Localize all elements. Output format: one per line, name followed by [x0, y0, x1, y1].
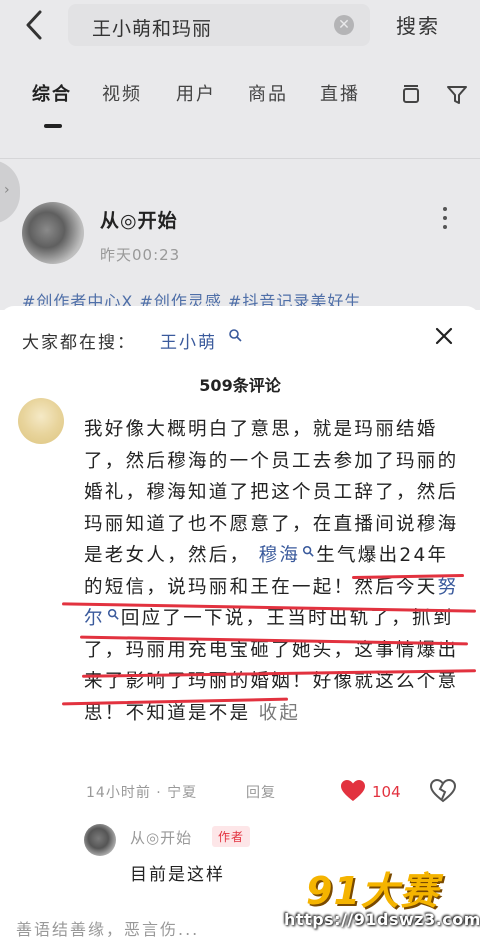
- avatar[interactable]: [22, 202, 84, 264]
- post-time: 昨天00:23: [100, 246, 181, 264]
- post-hashtags[interactable]: #创作者中心X #创作灵感 #抖音记录美好生: [22, 288, 472, 308]
- avatar[interactable]: [18, 398, 64, 444]
- close-icon[interactable]: [432, 324, 456, 348]
- tab-all[interactable]: 综合: [32, 80, 72, 106]
- tab-video[interactable]: 视频: [102, 80, 142, 106]
- filter-icon[interactable]: [446, 84, 468, 106]
- search-query: 王小萌和玛丽: [92, 18, 213, 40]
- like-count: 104: [372, 783, 401, 801]
- dislike-icon[interactable]: [430, 779, 456, 803]
- post-author[interactable]: 从◎开始: [100, 206, 178, 233]
- layout-toggle-icon[interactable]: [400, 84, 422, 106]
- trending-search-keyword[interactable]: 王小萌: [160, 328, 217, 353]
- comment-count: 509条评论: [199, 376, 281, 395]
- tab-products[interactable]: 商品: [248, 80, 288, 106]
- collapse-link[interactable]: 收起: [259, 703, 301, 724]
- comment-text-part: 我好像大概明白了意思，就是玛丽结婚了，然后穆海的一个员工去参加了玛丽的婚礼，穆海…: [84, 419, 459, 566]
- back-arrow-icon[interactable]: [18, 8, 52, 42]
- comment-sheet: 大家都在搜： 王小萌 509条评论 我好像大概明白了意思，就是玛丽结婚了，然后穆…: [0, 306, 480, 946]
- reply-button[interactable]: 回复: [246, 782, 276, 802]
- comment-meta: 14小时前 · 宁夏: [86, 785, 198, 801]
- search-icon: [107, 608, 119, 620]
- search-icon: [303, 545, 314, 557]
- tab-live[interactable]: 直播: [320, 80, 360, 106]
- heart-icon[interactable]: [340, 779, 366, 803]
- active-tab-indicator: [44, 124, 62, 128]
- trending-search-label: 大家都在搜：: [22, 333, 136, 353]
- author-badge: 作者: [212, 826, 251, 847]
- search-results-background: 王小萌和玛丽 ✕ 搜索 综合 视频 用户 商品 直播 › 从◎开始 昨天00:2…: [0, 0, 480, 310]
- search-tabs: 综合 视频 用户 商品 直播: [0, 80, 480, 128]
- reply-author[interactable]: 从◎开始: [130, 827, 192, 848]
- search-button[interactable]: 搜索: [396, 10, 440, 39]
- more-options-icon[interactable]: [440, 207, 450, 231]
- watermark-url: https://91dswz3.com: [284, 910, 480, 929]
- divider: [0, 158, 480, 159]
- search-input[interactable]: 王小萌和玛丽 ✕: [68, 4, 370, 46]
- comment-input[interactable]: 善语结善缘，恶言伤...: [16, 916, 296, 946]
- search-icon: [229, 329, 242, 342]
- reply-text: 目前是这样: [130, 865, 225, 885]
- side-drawer-handle[interactable]: ›: [0, 160, 20, 224]
- watermark-logo: 91大赛: [306, 869, 439, 913]
- comment-keyword-link[interactable]: 穆海: [259, 545, 301, 566]
- tab-users[interactable]: 用户: [176, 80, 216, 106]
- clear-icon[interactable]: ✕: [334, 15, 354, 35]
- avatar[interactable]: [84, 824, 116, 856]
- comment-text: 我好像大概明白了意思，就是玛丽结婚了，然后穆海的一个员工去参加了玛丽的婚礼，穆海…: [84, 414, 464, 729]
- watermark: 91大赛 https://91dswz3.com: [276, 860, 480, 944]
